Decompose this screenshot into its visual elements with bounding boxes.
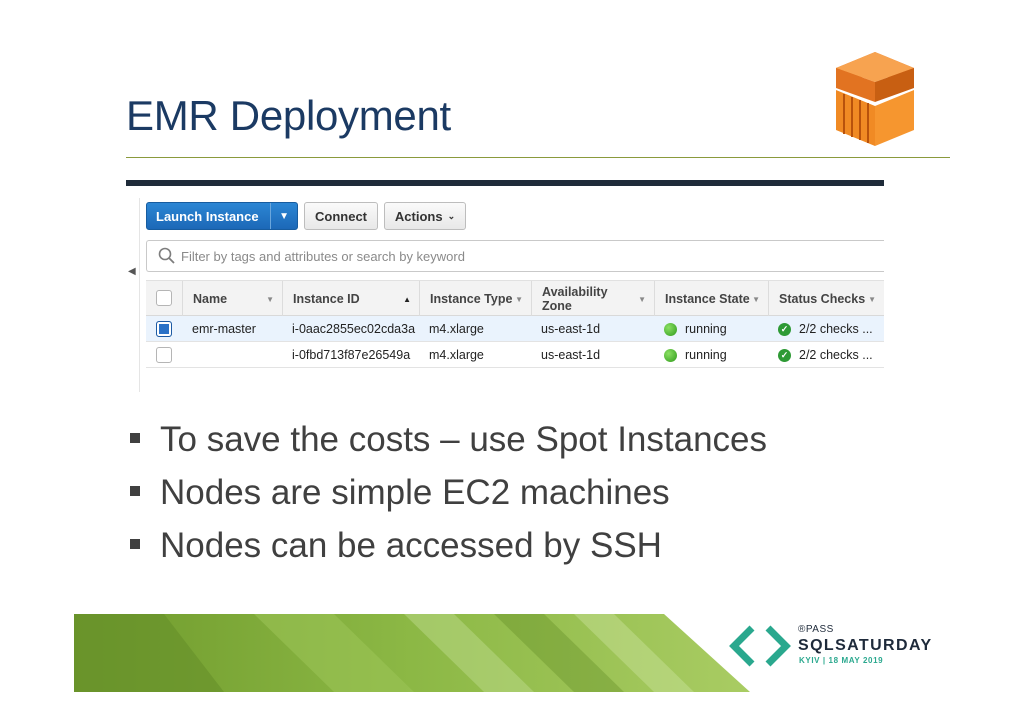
column-label: Instance State (665, 292, 750, 306)
availability-zone: us-east-1d (541, 348, 601, 362)
chevron-down-icon: ⌄ (447, 210, 456, 221)
slide-title: EMR Deployment (126, 92, 451, 139)
actions-button[interactable]: Actions ⌄ (384, 202, 466, 230)
console-top-bar (126, 180, 884, 186)
instance-type: m4.xlarge (429, 322, 484, 336)
column-header-name[interactable]: Name ▼ (182, 281, 282, 317)
column-header-instance-state[interactable]: Instance State ▼ (654, 281, 768, 317)
left-rail-divider (139, 198, 140, 392)
column-header-availability-zone[interactable]: Availability Zone ▼ (531, 281, 654, 317)
check-icon: ✓ (778, 348, 791, 362)
table-row[interactable]: i-0fbd713f87e26549a m4.xlarge us-east-1d… (146, 342, 884, 368)
ec2-console-screenshot: ◀ Launch Instance ▼ Connect Actions ⌄ Na… (126, 180, 884, 392)
collapse-panel-icon[interactable]: ◀ (128, 266, 136, 277)
status-checks: ✓ 2/2 checks ... (768, 342, 873, 368)
instance-type: m4.xlarge (429, 348, 484, 362)
status-checks-label: 2/2 checks ... (799, 348, 873, 362)
filter-bar[interactable] (146, 240, 884, 272)
bullet-marker (130, 539, 140, 549)
instance-id: i-0fbd713f87e26549a (292, 348, 411, 362)
status-running-icon (664, 348, 677, 362)
row-checkbox[interactable] (156, 347, 172, 363)
bullet-list: To save the costs – use Spot Instances N… (126, 420, 767, 579)
status-checks: ✓ 2/2 checks ... (768, 316, 873, 342)
instance-name: emr-master (192, 322, 256, 336)
instance-state: running (654, 316, 727, 342)
bullet-marker (130, 433, 140, 443)
actions-label: Actions (394, 208, 443, 224)
sqlsaturday-brand: SQLSATURDAY (798, 637, 933, 654)
status-running-icon (664, 322, 677, 336)
sort-icon: ▲ (403, 294, 411, 304)
row-checkbox[interactable] (156, 321, 172, 337)
sort-icon: ▼ (638, 294, 646, 304)
bullet-item: To save the costs – use Spot Instances (126, 420, 767, 473)
status-checks-label: 2/2 checks ... (799, 322, 873, 336)
emr-logo-icon (836, 52, 914, 146)
pass-logo-text: ®PASS (798, 624, 834, 635)
table-header: Name ▼ Instance ID ▲ Instance Type ▼ Ava… (146, 280, 884, 317)
search-input[interactable] (181, 248, 821, 264)
bullet-text: Nodes can be accessed by SSH (160, 526, 662, 565)
column-header-instance-id[interactable]: Instance ID ▲ (282, 281, 419, 317)
sort-icon: ▼ (266, 294, 274, 304)
sort-icon: ▼ (868, 294, 876, 304)
instance-name (182, 342, 192, 368)
table-row[interactable]: emr-master i-0aac2855ec02cda3a m4.xlarge… (146, 316, 884, 342)
footer-green-band (74, 614, 750, 692)
check-icon: ✓ (778, 322, 791, 336)
launch-instance-button[interactable]: Launch Instance ▼ (146, 202, 298, 230)
column-label: Instance ID (293, 292, 360, 306)
instances-table: Name ▼ Instance ID ▲ Instance Type ▼ Ava… (146, 280, 884, 368)
bullet-item: Nodes are simple EC2 machines (126, 473, 767, 526)
instance-state: running (654, 342, 727, 368)
bullet-item: Nodes can be accessed by SSH (126, 526, 767, 579)
sort-icon: ▼ (752, 294, 760, 304)
title-divider (126, 157, 950, 158)
chevron-down-icon[interactable]: ▼ (270, 203, 297, 229)
availability-zone: us-east-1d (541, 322, 601, 336)
column-label: Status Checks (779, 292, 866, 306)
sort-icon: ▼ (515, 294, 523, 304)
column-header-instance-type[interactable]: Instance Type ▼ (419, 281, 531, 317)
instance-state-label: running (685, 348, 727, 362)
bullet-text: Nodes are simple EC2 machines (160, 473, 670, 512)
column-header-status-checks[interactable]: Status Checks ▼ (768, 281, 884, 317)
instance-state-label: running (685, 322, 727, 336)
column-label: Availability Zone (542, 285, 608, 313)
select-all-checkbox[interactable] (156, 290, 172, 306)
column-label: Name (193, 292, 228, 306)
column-label: Instance Type (430, 292, 513, 306)
instance-id: i-0aac2855ec02cda3a (292, 322, 416, 336)
launch-instance-label: Launch Instance (156, 208, 259, 224)
bullet-marker (130, 486, 140, 496)
console-left-rail: ◀ (126, 186, 138, 392)
connect-button[interactable]: Connect (304, 202, 378, 230)
search-icon (158, 247, 175, 264)
event-date: KYIV | 18 MAY 2019 (799, 656, 884, 665)
bullet-text: To save the costs – use Spot Instances (160, 420, 768, 459)
